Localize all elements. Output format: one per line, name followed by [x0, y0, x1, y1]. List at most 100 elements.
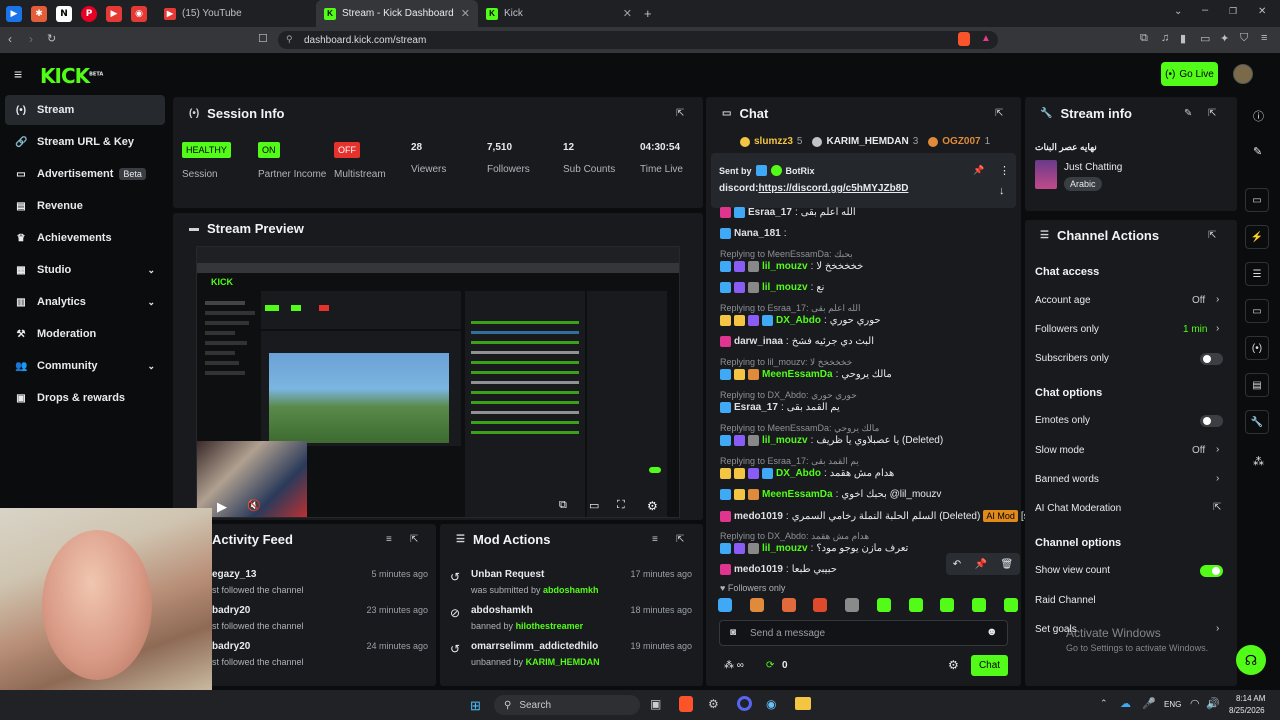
settings-icon[interactable]: ⚙ — [647, 499, 658, 513]
sidebar-item-achievements[interactable]: ♛ Achievements — [5, 223, 165, 253]
chat-username[interactable]: darw_inaa — [734, 336, 783, 347]
chat-username[interactable]: DX_Abdo — [776, 468, 821, 479]
show-view-count-toggle[interactable] — [1200, 565, 1223, 577]
sidebar-item-stream[interactable]: (•) Stream — [5, 95, 165, 125]
wifi-icon[interactable]: ◠ — [1190, 697, 1200, 710]
emotes-only-toggle[interactable] — [1200, 415, 1223, 427]
tab-youtube[interactable]: ▶ (15) YouTube — [156, 0, 316, 27]
mod-action-user[interactable]: abdoshamkh — [543, 585, 599, 595]
kick-logo[interactable]: KICKBETA — [40, 64, 103, 88]
slow-mode-label[interactable]: Slow mode — [1035, 445, 1084, 456]
chat-username[interactable]: Nana_181 — [734, 228, 781, 239]
pop-out-icon[interactable]: ⇱ — [1208, 108, 1216, 119]
chat-message[interactable]: medo1019: حبيبي طبعا — [720, 564, 837, 575]
chat-message[interactable]: DX_Abdo: حوري حوري — [720, 315, 881, 326]
stream-preview-video[interactable]: KICK ▶ 🔇 ⧉ ▭ ⛶ ⚙ — [196, 246, 680, 518]
chat-username[interactable]: Esraa_17 — [748, 207, 792, 218]
brave-shield-icon[interactable] — [958, 32, 970, 46]
tray-app-icon[interactable]: ☁ — [1120, 697, 1131, 710]
emote-icon[interactable] — [1003, 598, 1018, 612]
pinned-tab-icon[interactable]: ✱ — [31, 5, 47, 22]
hamburger-icon[interactable]: ≡ — [14, 66, 22, 82]
tray-chevron-icon[interactable]: ⌃ — [1100, 698, 1108, 709]
chat-username[interactable]: DX_Abdo — [776, 315, 821, 326]
extensions-icon[interactable]: ⧉ — [1140, 32, 1148, 45]
volume-icon[interactable]: 🔊 — [1206, 697, 1220, 710]
theater-icon[interactable]: ▭ — [589, 499, 599, 512]
rail-broadcast-button[interactable]: (•) — [1245, 336, 1269, 360]
pop-out-icon[interactable]: ⇱ — [676, 108, 684, 119]
chat-message[interactable]: MeenEssamDa: مالك يروحي — [720, 369, 892, 380]
raid-channel-label[interactable]: Raid Channel — [1035, 595, 1096, 606]
microphone-icon[interactable]: 🎤 — [1142, 697, 1156, 710]
emote-icon[interactable] — [940, 598, 955, 612]
emote-icon[interactable] — [876, 598, 891, 612]
emote-icon[interactable] — [908, 598, 923, 612]
sidebar-item-revenue[interactable]: ▤ Revenue — [5, 191, 165, 221]
close-window-button[interactable]: ✕ — [1258, 6, 1266, 17]
wallet-icon[interactable]: ▭ — [1200, 32, 1210, 45]
chevron-right-icon[interactable]: › — [1216, 473, 1219, 484]
support-button[interactable]: ☊ — [1236, 645, 1266, 675]
chat-username[interactable]: lil_mouzv — [762, 261, 808, 272]
reload-icon[interactable]: ↻ — [47, 32, 56, 45]
bookmark-icon[interactable]: ☐ — [258, 32, 268, 45]
pop-out-icon[interactable]: ⇱ — [410, 534, 418, 545]
sidebar-item-studio[interactable]: ▦ Studio ⌄ — [5, 255, 165, 285]
reply-icon[interactable]: ↶ — [953, 559, 961, 570]
site-info-icon[interactable]: ⚲ — [286, 34, 293, 45]
top-gifter[interactable]: OGZ007 1 — [928, 136, 990, 147]
chat-message[interactable]: MeenEssamDa: بحبك اخوي @lil_mouzv — [720, 489, 941, 500]
sidebar-item-stream-url-key[interactable]: 🔗 Stream URL & Key — [5, 127, 165, 157]
chat-message[interactable]: lil_mouzv: نع — [720, 282, 824, 293]
chevron-right-icon[interactable]: › — [1216, 444, 1219, 455]
chat-message[interactable]: lil_mouzv: خخخخخخ لا — [720, 261, 863, 272]
go-live-button[interactable]: (•) Go Live — [1161, 62, 1218, 86]
chat-message[interactable]: medo1019: السلم الحلبة النملة رخامي السمر… — [720, 510, 1055, 522]
chevron-right-icon[interactable]: › — [1216, 323, 1219, 334]
chat-message[interactable]: Esraa_17: الله اعلم بقى — [720, 207, 856, 218]
pop-out-icon[interactable]: ⇱ — [995, 108, 1003, 119]
chat-message[interactable]: darw_inaa: البث دي جرئيه فشخ — [720, 336, 874, 347]
back-icon[interactable]: ‹ — [8, 32, 12, 46]
delete-icon[interactable]: 🗑 — [1001, 559, 1014, 570]
chat-username[interactable]: lil_mouzv — [762, 543, 808, 554]
clock-date[interactable]: 8/25/2026 — [1229, 706, 1265, 715]
ai-chat-moderation-label[interactable]: AI Chat Moderation — [1035, 503, 1121, 514]
chat-message[interactable]: lil_mouzv: يا عصبلاوي يا ظريف (Deleted) — [720, 435, 943, 446]
chevron-down-icon[interactable]: ⌄ — [147, 297, 155, 308]
brave-icon[interactable] — [679, 696, 693, 712]
account-age-label[interactable]: Account age — [1035, 295, 1091, 306]
minimize-button[interactable]: – — [1202, 4, 1208, 16]
vpn-icon[interactable]: ⛉ — [1240, 32, 1248, 45]
pinterest-icon[interactable]: P — [81, 5, 97, 22]
volume-muted-icon[interactable]: 🔇 — [247, 499, 261, 512]
rail-list-button[interactable]: ☰ — [1245, 262, 1269, 286]
chat-settings-icon[interactable]: ⚙ — [948, 658, 959, 672]
app-icon[interactable]: ⚙ — [708, 697, 719, 711]
chevron-down-icon[interactable]: ⌄ — [147, 265, 155, 276]
url-field[interactable]: ⚲ dashboard.kick.com/stream — [278, 31, 998, 49]
menu-icon[interactable]: ≡ — [1261, 32, 1267, 44]
rewards-icon[interactable]: ▲ — [981, 33, 991, 44]
pop-out-icon[interactable]: ⇱ — [676, 534, 684, 545]
chat-username[interactable]: MeenEssamDa — [762, 489, 833, 500]
steam-icon[interactable]: ◉ — [766, 697, 776, 711]
emote-icon[interactable] — [749, 598, 764, 612]
sidebar-item-analytics[interactable]: ▥ Analytics ⌄ — [5, 287, 165, 317]
sidebar-item-moderation[interactable]: ⚒ Moderation — [5, 319, 165, 349]
external-link-icon[interactable]: ⇱ — [1213, 502, 1221, 513]
mod-action-user[interactable]: hilothestreamer — [516, 621, 584, 631]
top-gifter[interactable]: slumzz3 5 — [740, 136, 802, 147]
sidebar-icon[interactable]: ▮ — [1180, 32, 1186, 45]
sidebar-item-drops-rewards[interactable]: ▣ Drops & rewards — [5, 383, 165, 413]
chat-message[interactable]: lil_mouzv: تعرف مازن يوجو مود؟ — [720, 543, 908, 554]
chevron-down-icon[interactable]: ⌄ — [147, 361, 155, 372]
pinned-tab-icon[interactable]: N — [56, 5, 72, 22]
chat-username[interactable]: lil_mouzv — [762, 282, 808, 293]
filter-icon[interactable]: ≡ — [386, 534, 392, 545]
language-indicator[interactable]: ENG — [1164, 700, 1181, 709]
close-icon[interactable]: ✕ — [623, 7, 632, 20]
pop-out-icon[interactable]: ⇱ — [1208, 230, 1216, 241]
tab-kick-dashboard[interactable]: K Stream - Kick Dashboard ✕ — [316, 0, 478, 27]
